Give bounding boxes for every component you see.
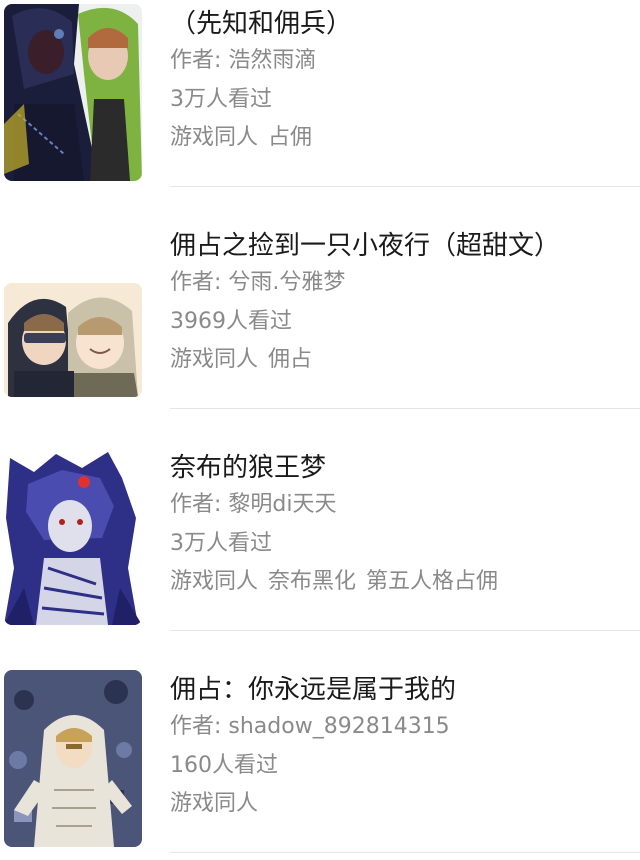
- list-item[interactable]: （先知和佣兵） 作者: 浩然雨滴 3万人看过 游戏同人 占佣: [0, 0, 640, 187]
- work-author: 作者: 浩然雨滴: [170, 48, 317, 73]
- work-views: 3万人看过: [170, 530, 272, 556]
- cover-image[interactable]: [4, 283, 142, 397]
- list-item[interactable]: 奈布的狼王梦 作者: 黎明di天天 3万人看过 游戏同人 奈布黑化 第五人格占佣: [0, 409, 640, 631]
- divider: [170, 852, 640, 853]
- list-item[interactable]: 佣占：你永远是属于我的 作者: shadow_892814315 160人看过 …: [0, 631, 640, 853]
- work-tags: 游戏同人 奈布黑化 第五人格占佣: [170, 563, 640, 602]
- work-views: 3969人看过: [170, 308, 292, 334]
- work-tags: 游戏同人 占佣: [170, 119, 640, 158]
- tag[interactable]: 游戏同人: [170, 125, 258, 150]
- cover-image[interactable]: [4, 4, 142, 181]
- work-title[interactable]: 佣占：你永远是属于我的: [170, 672, 640, 708]
- work-author: 作者: 兮雨.兮雅梦: [170, 270, 346, 295]
- work-views: 160人看过: [170, 752, 278, 778]
- tag[interactable]: 佣占: [268, 347, 312, 372]
- work-author: 作者: shadow_892814315: [170, 714, 450, 739]
- work-title[interactable]: 佣占之捡到一只小夜行（超甜文）: [170, 228, 640, 264]
- cover-image[interactable]: [4, 448, 142, 625]
- cover-image[interactable]: [4, 670, 142, 847]
- work-list: （先知和佣兵） 作者: 浩然雨滴 3万人看过 游戏同人 占佣 佣占之捡到一只小夜…: [0, 0, 640, 853]
- work-views: 3万人看过: [170, 86, 272, 112]
- work-tags: 游戏同人: [170, 785, 640, 824]
- tag[interactable]: 占佣: [268, 125, 312, 150]
- tag[interactable]: 游戏同人: [170, 791, 258, 816]
- work-author: 作者: 黎明di天天: [170, 492, 337, 517]
- tag[interactable]: 游戏同人: [170, 347, 258, 372]
- tag[interactable]: 游戏同人: [170, 569, 258, 594]
- work-tags: 游戏同人 佣占: [170, 341, 640, 380]
- list-item[interactable]: 佣占之捡到一只小夜行（超甜文） 作者: 兮雨.兮雅梦 3969人看过 游戏同人佣…: [0, 187, 640, 409]
- work-title[interactable]: 奈布的狼王梦: [170, 450, 640, 486]
- tag[interactable]: 奈布黑化: [268, 569, 356, 594]
- tag[interactable]: 第五人格占佣: [366, 569, 498, 594]
- work-title[interactable]: （先知和佣兵）: [170, 6, 640, 42]
